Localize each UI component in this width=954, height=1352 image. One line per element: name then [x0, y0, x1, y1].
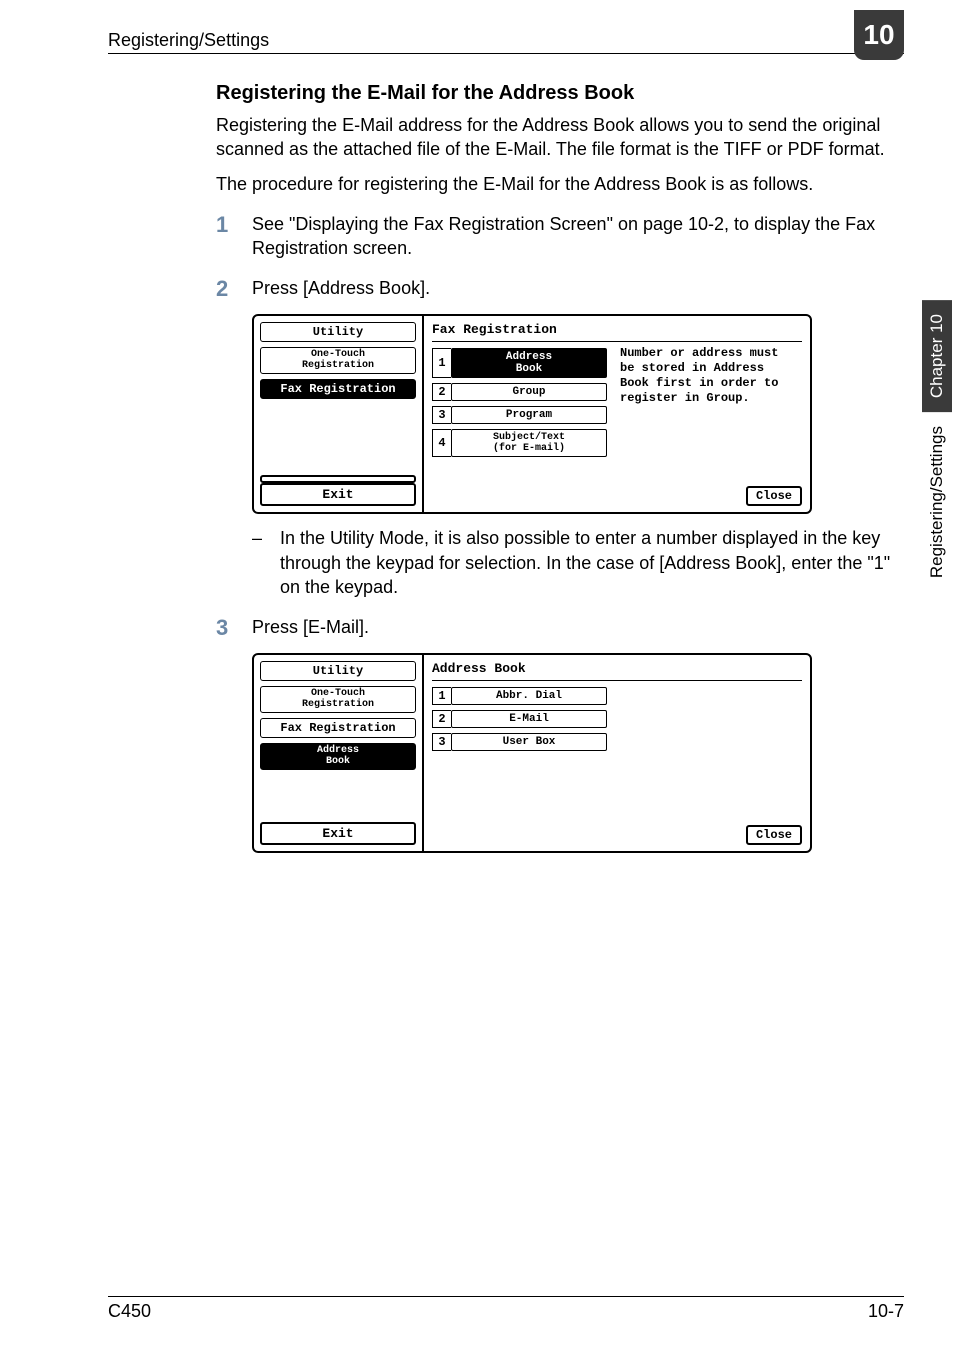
- screen-main: Fax Registration 1Address Book 2Group 3P…: [424, 316, 810, 512]
- utility-tab[interactable]: Utility: [260, 322, 416, 342]
- close-button[interactable]: Close: [746, 486, 802, 506]
- program-button[interactable]: Program: [451, 406, 607, 424]
- step-1: 1 See "Displaying the Fax Registration S…: [216, 212, 904, 261]
- exit-button[interactable]: [260, 475, 416, 483]
- footer-model: C450: [108, 1301, 151, 1322]
- breadcrumb: Registering/Settings: [108, 30, 269, 51]
- address-book-screen: Utility One-Touch Registration Fax Regis…: [252, 653, 812, 853]
- screen-sidebar: Utility One-Touch Registration Fax Regis…: [254, 316, 424, 512]
- hint-text: Number or address must be stored in Addr…: [620, 346, 800, 406]
- step-3: 3 Press [E-Mail].: [216, 615, 904, 641]
- dash-icon: –: [252, 526, 280, 599]
- one-touch-registration-tab[interactable]: One-Touch Registration: [260, 686, 416, 713]
- screen-sidebar: Utility One-Touch Registration Fax Regis…: [254, 655, 424, 851]
- step-text: See "Displaying the Fax Registration Scr…: [252, 212, 904, 261]
- intro-paragraph-2: The procedure for registering the E-Mail…: [216, 172, 904, 196]
- page-footer: C450 10-7: [108, 1296, 904, 1322]
- side-tab-section: Registering/Settings: [922, 412, 952, 592]
- screen-title: Fax Registration: [432, 322, 802, 337]
- address-book-button[interactable]: Address Book: [451, 348, 607, 378]
- side-tab-chapter: Chapter 10: [922, 300, 952, 412]
- step-number: 2: [216, 276, 252, 302]
- exit-button[interactable]: Exit: [260, 822, 416, 845]
- address-book-tab[interactable]: Address Book: [260, 743, 416, 770]
- chapter-number-badge: 10: [854, 10, 904, 60]
- screen-main: Address Book 1Abbr. Dial 2E-Mail 3User B…: [424, 655, 810, 851]
- fax-registration-tab[interactable]: Fax Registration: [260, 379, 416, 399]
- group-button[interactable]: Group: [451, 383, 607, 401]
- exit-button[interactable]: Exit: [260, 483, 416, 506]
- intro-paragraph-1: Registering the E-Mail address for the A…: [216, 113, 904, 162]
- close-button[interactable]: Close: [746, 825, 802, 845]
- one-touch-registration-tab[interactable]: One-Touch Registration: [260, 347, 416, 374]
- step-number: 3: [216, 615, 252, 641]
- page-header: Registering/Settings: [108, 30, 904, 54]
- utility-tab[interactable]: Utility: [260, 661, 416, 681]
- email-button[interactable]: E-Mail: [451, 710, 607, 728]
- step-text: Press [E-Mail].: [252, 615, 904, 641]
- user-box-button[interactable]: User Box: [451, 733, 607, 751]
- side-tab: Chapter 10 Registering/Settings: [920, 300, 954, 592]
- abbr-dial-button[interactable]: Abbr. Dial: [451, 687, 607, 705]
- step-text: Press [Address Book].: [252, 276, 904, 302]
- footer-page-number: 10-7: [868, 1301, 904, 1322]
- fax-registration-tab[interactable]: Fax Registration: [260, 718, 416, 738]
- fax-registration-screen: Utility One-Touch Registration Fax Regis…: [252, 314, 812, 514]
- step-2: 2 Press [Address Book].: [216, 276, 904, 302]
- step-2-note: – In the Utility Mode, it is also possib…: [216, 526, 904, 599]
- subject-text-button[interactable]: Subject/Text (for E-mail): [451, 429, 607, 457]
- screen-title: Address Book: [432, 661, 802, 676]
- note-text: In the Utility Mode, it is also possible…: [280, 526, 904, 599]
- step-number: 1: [216, 212, 252, 261]
- section-title: Registering the E-Mail for the Address B…: [216, 82, 904, 105]
